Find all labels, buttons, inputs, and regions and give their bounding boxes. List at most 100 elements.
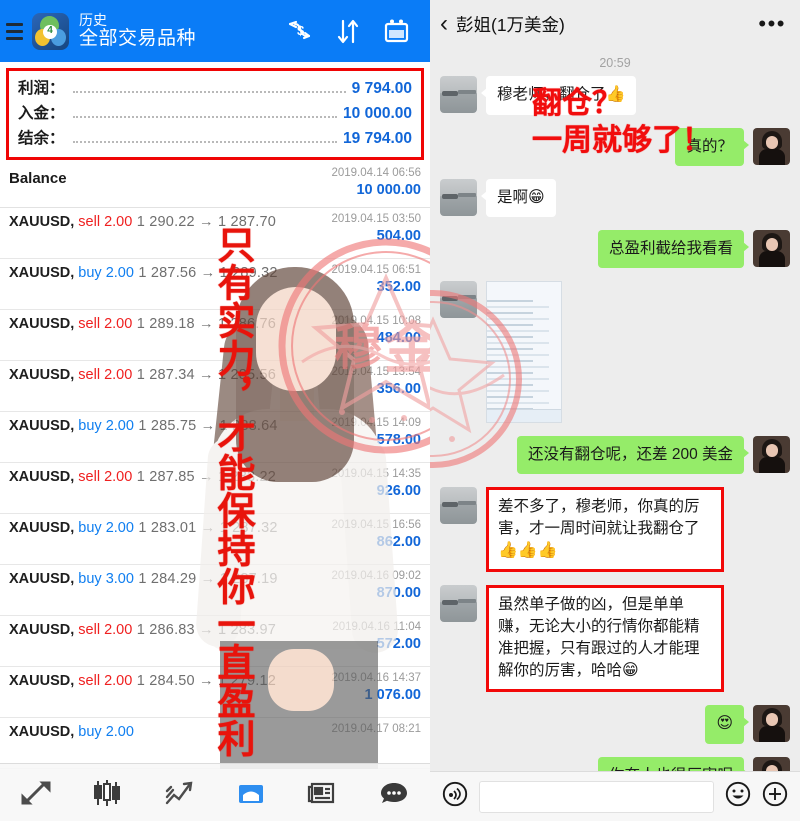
- chat-timestamp: 20:59: [599, 56, 631, 70]
- avatar[interactable]: [753, 127, 790, 165]
- trade-prices: 1 283.01 → 1 287.32: [138, 520, 278, 536]
- message-bubble[interactable]: 是啊😁: [481, 178, 556, 218]
- table-row[interactable]: XAUUSD, buy 2.00 1 285.75 → 1 288.64 201…: [0, 412, 430, 463]
- balance-row[interactable]: Balance 2019.04.14 06:56 10 000.00: [0, 160, 430, 208]
- table-row[interactable]: XAUUSD, buy 2.00 2019.04.17 08:21: [0, 718, 430, 769]
- trade-symbol-line: XAUUSD, sell 2.00: [9, 673, 133, 689]
- more-dots-icon[interactable]: •••: [758, 13, 786, 35]
- avatar[interactable]: [753, 704, 790, 742]
- trade-lots: 3.00: [105, 571, 134, 587]
- trade-info: XAUUSD, sell 2.00 1 289.18 → 1 286.76: [9, 315, 276, 333]
- avatar[interactable]: [753, 230, 790, 268]
- trade-prices: 1 284.29 → 1 287.19: [138, 571, 278, 587]
- trade-side: buy: [78, 571, 102, 587]
- table-row[interactable]: XAUUSD, buy 3.00 1 284.29 → 1 287.19 201…: [0, 565, 430, 616]
- screenshot-root: 4 历史 全部交易品种 $ 利润： 9 794.00 入金： 10 000.00…: [0, 0, 800, 821]
- trade-info: XAUUSD, sell 2.00 1 287.34 → 1 285.56: [9, 366, 276, 384]
- table-row[interactable]: XAUUSD, sell 2.00 1 286.83 → 1 283.97 20…: [0, 616, 430, 667]
- message-bubble-highlighted[interactable]: 虽然单子做的凶，但是单单赚，无论大小的行情你都能精准把握，只有跟过的人才能理解你…: [486, 585, 724, 692]
- trade-inbox-icon[interactable]: [221, 779, 281, 807]
- trade-info: XAUUSD, buy 2.00: [9, 723, 134, 741]
- avatar[interactable]: [440, 585, 477, 623]
- app-badge-count: 4: [47, 24, 53, 36]
- avatar[interactable]: [440, 487, 477, 525]
- voice-record-icon[interactable]: [442, 781, 468, 812]
- sort-arrows-icon[interactable]: [335, 18, 361, 45]
- trade-lots: 2.00: [104, 622, 133, 638]
- app-logo-icon: 4: [32, 12, 69, 50]
- trend-chart-icon[interactable]: [149, 779, 209, 807]
- trade-info: XAUUSD, buy 2.00 1 283.01 → 1 287.32: [9, 519, 278, 537]
- avatar[interactable]: [440, 281, 477, 319]
- table-row[interactable]: XAUUSD, sell 2.00 1 287.85 → 1 283.22 20…: [0, 463, 430, 514]
- trade-date: 2019.04.15 16:56: [331, 519, 421, 531]
- trade-symbol-line: XAUUSD, sell 2.00: [9, 316, 133, 332]
- avatar[interactable]: [440, 76, 477, 113]
- calendar-icon[interactable]: [383, 18, 410, 45]
- currency-exchange-icon[interactable]: $: [286, 18, 313, 44]
- trade-side: sell: [78, 469, 101, 485]
- table-row[interactable]: XAUUSD, sell 2.00 1 287.34 → 1 285.56 20…: [0, 361, 430, 412]
- trade-symbol-line: XAUUSD, buy 2.00: [9, 418, 134, 434]
- message-input[interactable]: [479, 780, 714, 813]
- avatar[interactable]: [440, 178, 477, 216]
- message-text: 差不多了，穆老师，你真的厉害，才一周时间就让我翻仓了: [498, 498, 700, 538]
- chat-icon[interactable]: [364, 779, 424, 807]
- candlestick-chart-icon[interactable]: [77, 779, 137, 807]
- contact-name: 彭姐(1万美金): [456, 14, 565, 35]
- message-bubble[interactable]: 真的？: [675, 127, 749, 166]
- trade-prices: 1 285.75 → 1 288.64: [138, 418, 278, 434]
- message-outgoing: 还没有翻仓呢，还差 200 美金: [440, 436, 790, 475]
- message-text: 是啊: [497, 188, 529, 206]
- shared-screenshot-image[interactable]: [486, 281, 562, 424]
- trade-lots: 2.00: [104, 673, 133, 689]
- trade-profit: 484.00: [376, 330, 421, 346]
- quotes-icon[interactable]: [6, 779, 66, 807]
- message-bubble-highlighted[interactable]: 差不多了，穆老师，你真的厉害，才一周时间就让我翻仓了 👍👍👍: [486, 487, 724, 573]
- trade-lots: 2.00: [104, 469, 133, 485]
- trade-profit: 356.00: [376, 381, 421, 397]
- plus-more-icon[interactable]: [762, 781, 788, 812]
- table-row[interactable]: XAUUSD, buy 2.00 1 287.56 → 1 289.32 201…: [0, 259, 430, 310]
- trade-date: 2019.04.15 13:54: [331, 366, 421, 378]
- message-bubble[interactable]: 穆老师，翻仓了👍: [480, 76, 637, 115]
- message-list[interactable]: 20:59 穆老师，翻仓了👍 真的？ 是啊😁 总盈利截给我看看 还没有翻仓呢，还…: [430, 48, 800, 795]
- message-bubble[interactable]: 总盈利截给我看看: [597, 230, 750, 269]
- table-row[interactable]: XAUUSD, sell 2.00 1 290.22 → 1 287.70 20…: [0, 208, 430, 259]
- message-incoming-image: [440, 281, 790, 424]
- hamburger-menu-icon[interactable]: [4, 22, 30, 40]
- message-outgoing: 真的？: [440, 127, 790, 166]
- table-row[interactable]: XAUUSD, sell 2.00 1 289.18 → 1 286.76 20…: [0, 310, 430, 361]
- mt4-title-block: 历史 全部交易品种: [79, 12, 286, 50]
- avatar[interactable]: [753, 436, 790, 474]
- mt4-history-panel: 4 历史 全部交易品种 $ 利润： 9 794.00 入金： 10 000.00…: [0, 0, 430, 821]
- emoji-smiley-icon[interactable]: [725, 781, 751, 812]
- balance-values: 2019.04.14 06:56 10 000.00: [331, 167, 421, 198]
- trade-date: 2019.04.16 11:04: [332, 621, 421, 633]
- trade-values: 2019.04.16 11:04 572.00: [332, 621, 421, 652]
- trade-date: 2019.04.16 09:02: [331, 570, 421, 582]
- trade-prices: 1 289.18 → 1 286.76: [136, 316, 277, 332]
- mt4-header: 4 历史 全部交易品种 $: [0, 0, 430, 62]
- summary-value: 9 794.00: [351, 80, 412, 97]
- back-chevron-icon[interactable]: ‹: [440, 12, 456, 36]
- trade-prices: 1 290.22 → 1 287.70: [136, 214, 277, 230]
- table-row[interactable]: XAUUSD, sell 2.00 1 284.50 → 1 279.12 20…: [0, 667, 430, 718]
- heart-eyes-emoji-icon: 😍: [716, 714, 733, 732]
- trade-side: buy: [78, 265, 102, 281]
- trade-history-list[interactable]: Balance 2019.04.14 06:56 10 000.00 XAUUS…: [0, 160, 430, 769]
- mt4-header-actions: $: [286, 18, 420, 45]
- message-text: 虽然单子做的凶，但是单单赚，无论大小的行情你都能精准把握，只有跟过的人才能理解你…: [498, 596, 700, 680]
- trade-values: 2019.04.15 13:54 356.00: [331, 366, 421, 397]
- trade-profit: 926.00: [376, 483, 421, 499]
- trade-symbol-line: XAUUSD, buy 2.00: [9, 265, 134, 281]
- trade-side: sell: [78, 367, 101, 383]
- trade-lots: 2.00: [104, 316, 133, 332]
- table-row[interactable]: XAUUSD, buy 2.00 1 283.01 → 1 287.32 201…: [0, 514, 430, 565]
- trade-info: XAUUSD, buy 2.00 1 287.56 → 1 289.32: [9, 264, 278, 282]
- trade-prices: 1 287.85 → 1 283.22: [136, 469, 277, 485]
- message-bubble[interactable]: 😍: [705, 704, 749, 744]
- news-icon[interactable]: [292, 779, 352, 807]
- trade-date: 2019.04.16 14:37: [331, 672, 421, 684]
- message-bubble[interactable]: 还没有翻仓呢，还差 200 美金: [517, 436, 749, 475]
